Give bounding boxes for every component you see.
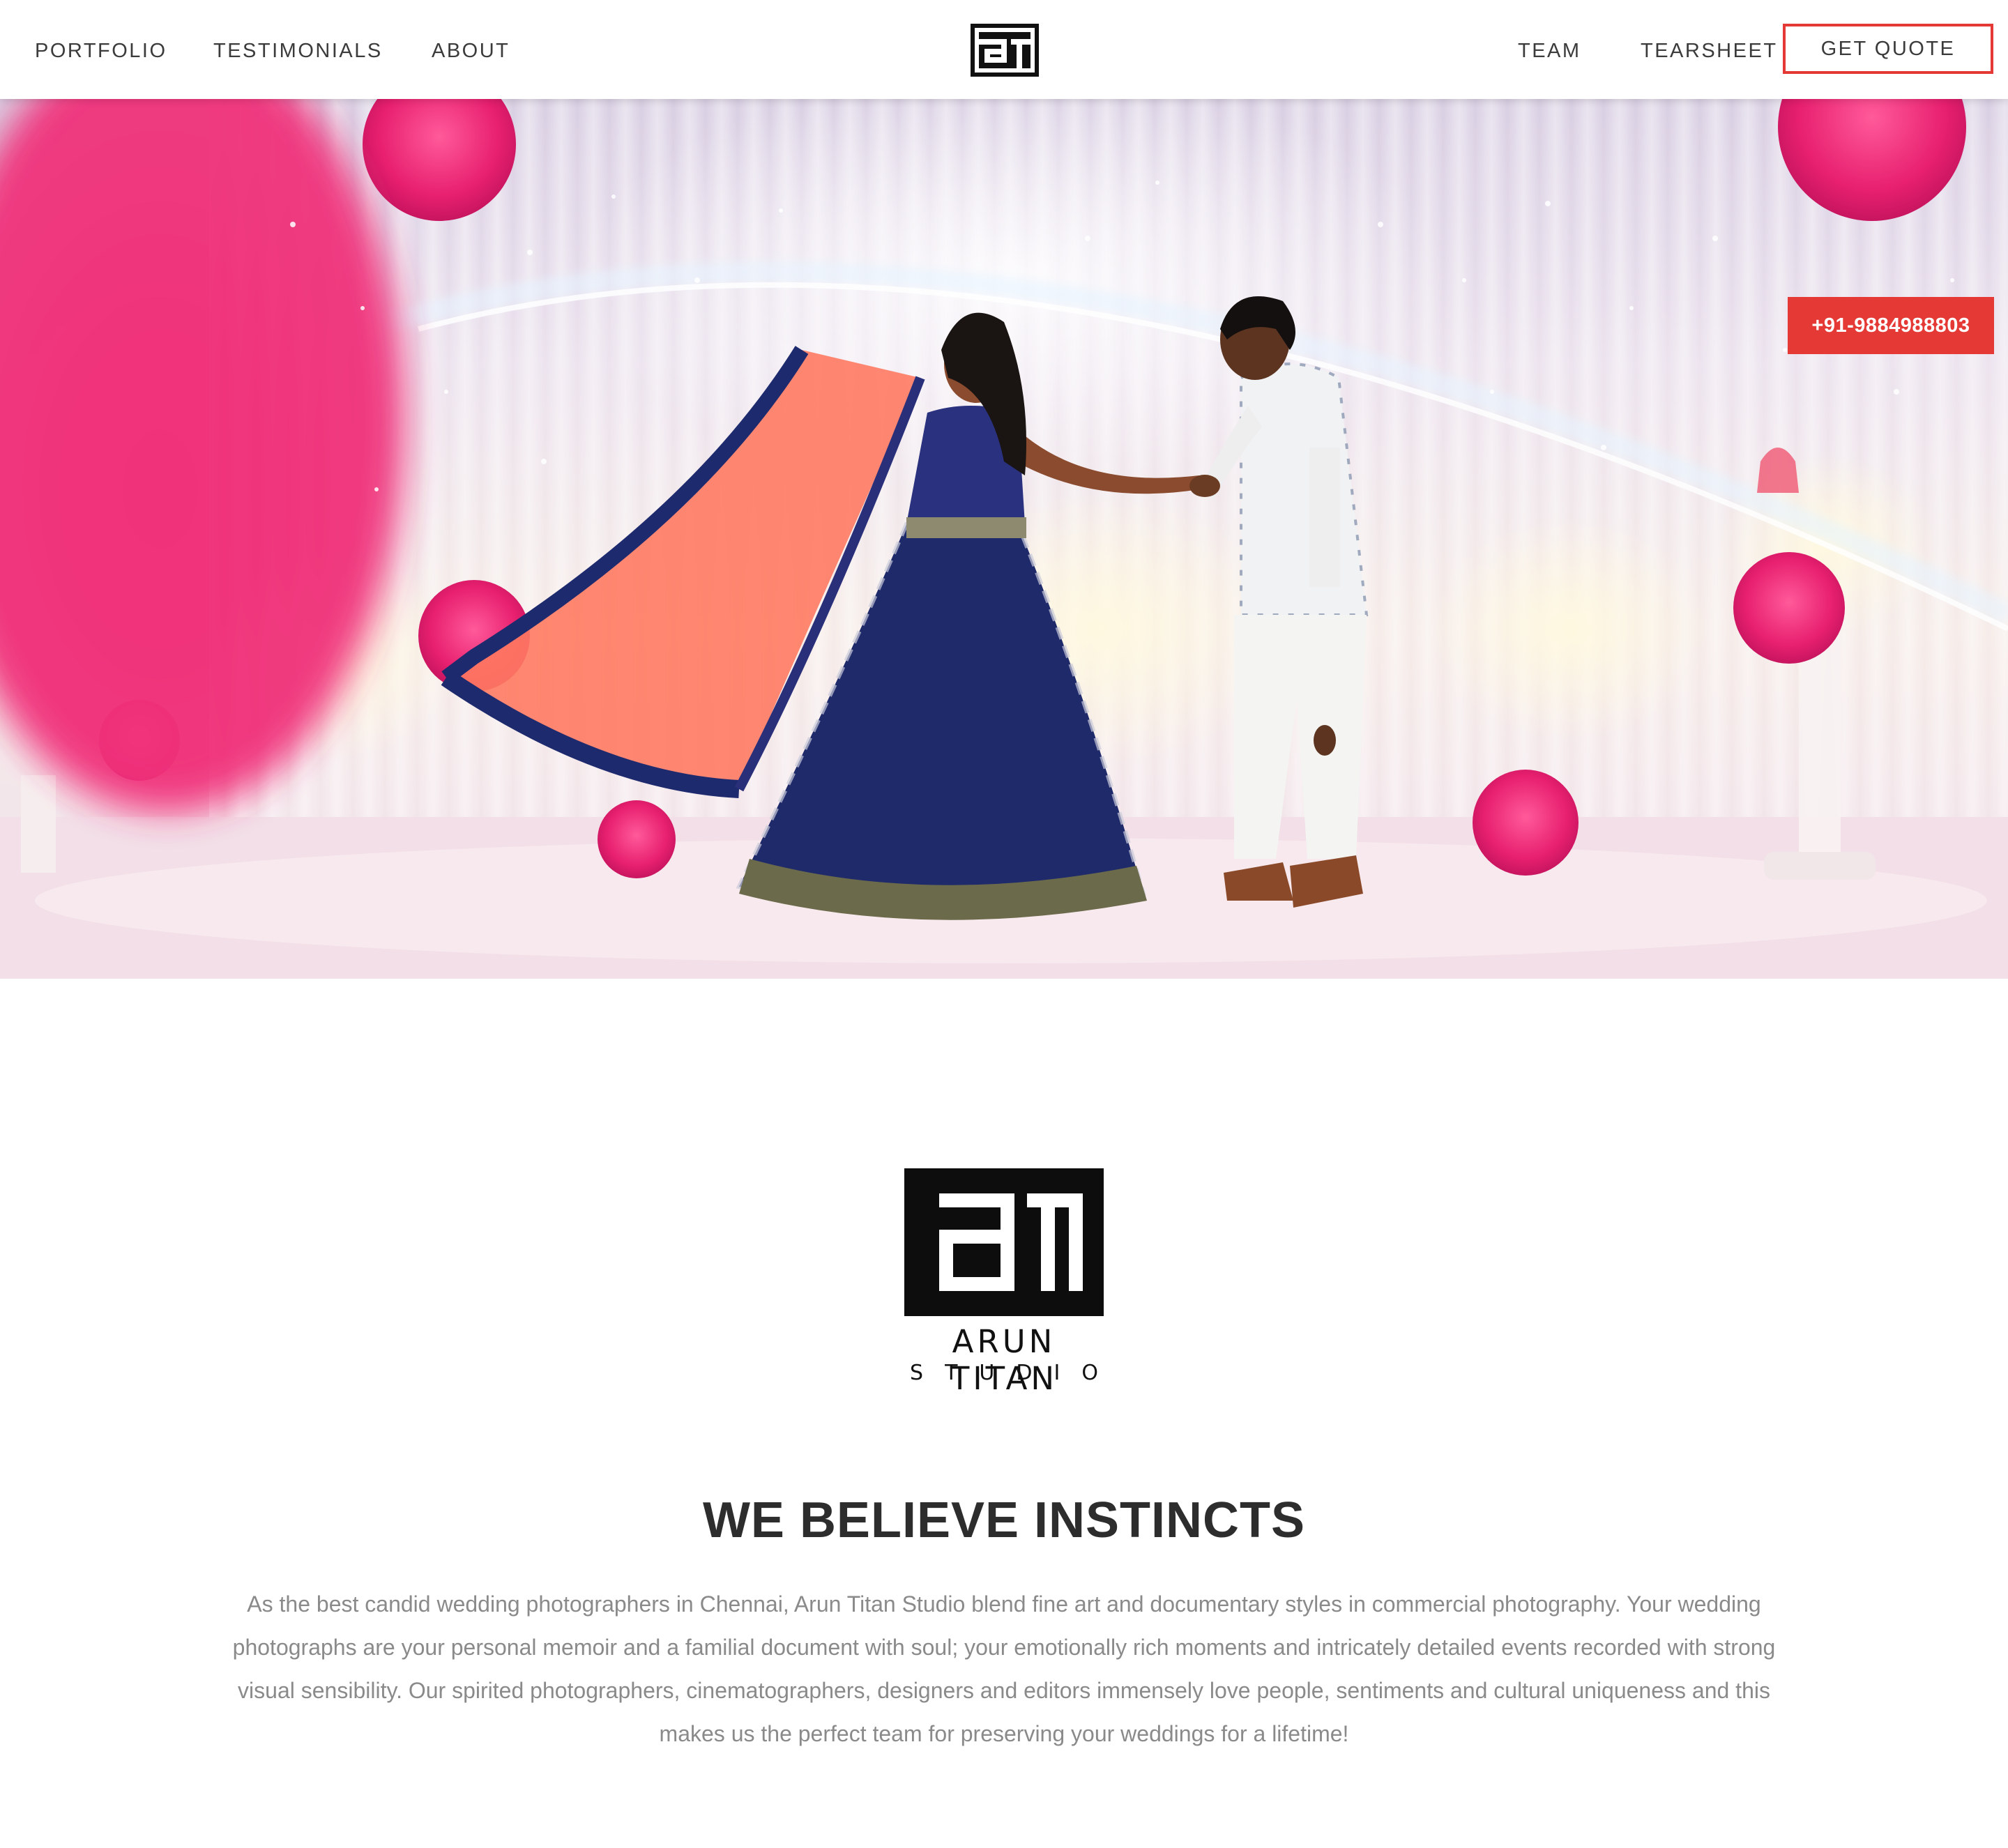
brand-name: ARUN TITAN — [950, 1323, 1058, 1397]
brand-subtitle: STUDIO — [910, 1361, 1120, 1385]
section-title: WE BELIEVE INSTINCTS — [702, 1492, 1306, 1548]
nav-portfolio[interactable]: PORTFOLIO — [35, 35, 167, 67]
at-logo-icon[interactable] — [971, 24, 1039, 77]
nav-testimonials[interactable]: TESTIMONIALS — [213, 35, 383, 67]
nav-about[interactable]: ABOUT — [432, 35, 510, 67]
nav-tearsheet[interactable]: TEARSHEET — [1641, 35, 1778, 67]
site-header: PORTFOLIO TESTIMONIALS ABOUT TEAM TEARSH… — [0, 0, 2008, 99]
hero-banner: +91-9884988803 — [0, 99, 2008, 979]
at-monogram-logo-icon — [904, 1168, 1104, 1316]
get-quote-button[interactable]: GET QUOTE — [1783, 24, 1993, 74]
nav-team[interactable]: TEAM — [1518, 35, 1581, 67]
phone-call-button[interactable]: +91-9884988803 — [1788, 297, 1994, 354]
about-paragraph: As the best candid wedding photographers… — [232, 1591, 1776, 1746]
hero-photo — [0, 99, 2008, 979]
